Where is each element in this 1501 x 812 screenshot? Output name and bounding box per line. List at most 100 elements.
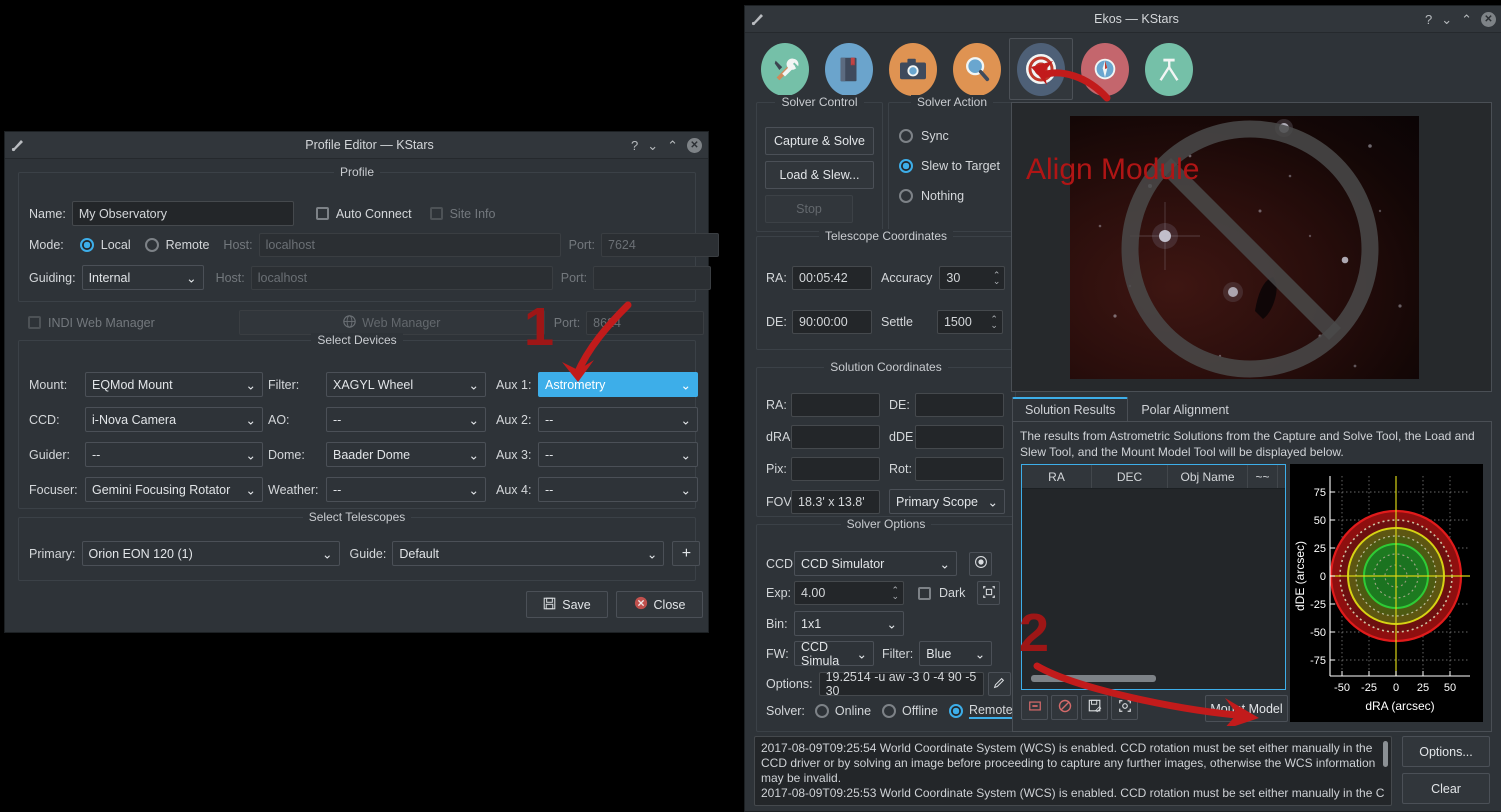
- tab-setup[interactable]: [753, 38, 817, 100]
- tab-mount[interactable]: [1137, 38, 1201, 100]
- log-clear-button[interactable]: Clear: [1402, 773, 1490, 804]
- solver-offline-radio[interactable]: [882, 704, 896, 718]
- tab-capture[interactable]: [881, 38, 945, 100]
- spinner-arrows-icon[interactable]: ⌃⌄: [990, 316, 998, 328]
- telescope-ra-input[interactable]: 00:05:42: [792, 266, 872, 290]
- exp-spinner[interactable]: 4.00 ⌃⌄: [794, 581, 904, 605]
- column-header-dec[interactable]: DEC: [1092, 465, 1168, 488]
- guide-scope-combo[interactable]: Default⌄: [392, 541, 664, 566]
- weather-combo[interactable]: --⌄: [326, 477, 486, 502]
- options-input[interactable]: 19.2514 -u aw -3 0 -4 90 -5 30: [819, 672, 984, 696]
- loop-preview-button[interactable]: [969, 552, 992, 576]
- mode-local-radio[interactable]: [80, 238, 94, 252]
- add-telescope-button[interactable]: +: [672, 541, 700, 566]
- mode-remote-radio[interactable]: [145, 238, 159, 252]
- auto-connect-checkbox[interactable]: [316, 207, 329, 220]
- indi-web-manager-checkbox[interactable]: [28, 316, 41, 329]
- site-info-label: Site Info: [450, 207, 496, 221]
- dark-checkbox[interactable]: [918, 587, 931, 600]
- guider-combo[interactable]: --⌄: [85, 442, 263, 467]
- solver-remote-radio[interactable]: [949, 704, 963, 718]
- help-icon[interactable]: ?: [631, 139, 638, 152]
- column-header-ra[interactable]: RA: [1022, 465, 1092, 488]
- tab-align[interactable]: [1009, 38, 1073, 100]
- spinner-arrows-icon[interactable]: ⌃⌄: [891, 587, 899, 599]
- load-and-slew-button[interactable]: Load & Slew...: [765, 161, 874, 189]
- tab-scheduler[interactable]: [817, 38, 881, 100]
- host-input[interactable]: localhost: [259, 233, 561, 257]
- aux1-combo[interactable]: Astrometry⌄: [538, 372, 698, 397]
- solution-dra-input[interactable]: [791, 425, 880, 449]
- focuser-combo[interactable]: Gemini Focusing Rotator⌄: [85, 477, 263, 502]
- ao-combo[interactable]: --⌄: [326, 407, 486, 432]
- aux3-combo[interactable]: --⌄: [538, 442, 698, 467]
- scope-select-combo[interactable]: Primary Scope⌄: [889, 489, 1005, 514]
- ccd-combo[interactable]: i-Nova Camera⌄: [85, 407, 263, 432]
- frame-select-button[interactable]: [977, 581, 1000, 605]
- accuracy-spinner[interactable]: 30 ⌃⌄: [939, 266, 1005, 290]
- sync-radio[interactable]: [899, 129, 913, 143]
- chevron-up-icon[interactable]: ⌃: [1461, 13, 1472, 26]
- close-button[interactable]: Close: [616, 591, 703, 618]
- column-header-obj-name[interactable]: Obj Name: [1168, 465, 1248, 488]
- solver-filter-combo[interactable]: Blue⌄: [919, 641, 992, 666]
- aux4-combo[interactable]: --⌄: [538, 477, 698, 502]
- solver-action-nothing[interactable]: Nothing: [899, 189, 964, 203]
- table-horizontal-scrollbar[interactable]: [1031, 675, 1156, 682]
- capture-and-solve-button[interactable]: Capture & Solve: [765, 127, 874, 155]
- aux2-combo[interactable]: --⌄: [538, 407, 698, 432]
- dome-combo[interactable]: Baader Dome⌄: [326, 442, 486, 467]
- fov-input[interactable]: 18.3' x 13.8': [791, 490, 880, 514]
- align-image-preview[interactable]: Align Module: [1011, 102, 1492, 392]
- mount-model-button[interactable]: Mount Model: [1205, 695, 1288, 722]
- clear-rows-button[interactable]: [1051, 695, 1078, 720]
- mount-combo[interactable]: EQMod Mount⌄: [85, 372, 263, 397]
- save-button[interactable]: Save: [526, 591, 608, 618]
- slew-to-target-radio[interactable]: [899, 159, 913, 173]
- log-output[interactable]: 2017-08-09T09:25:54 World Coordinate Sys…: [754, 736, 1392, 806]
- chevron-down-icon[interactable]: ⌄: [647, 139, 658, 152]
- bin-combo[interactable]: 1x1⌄: [794, 611, 904, 636]
- solution-dde-input[interactable]: [915, 425, 1004, 449]
- chevron-down-icon[interactable]: ⌄: [1441, 13, 1452, 26]
- solution-de-input[interactable]: [915, 393, 1004, 417]
- help-icon[interactable]: ?: [1425, 13, 1432, 26]
- solver-action-slew[interactable]: Slew to Target: [899, 159, 1000, 173]
- solver-action-sync[interactable]: Sync: [899, 129, 949, 143]
- settle-spinner[interactable]: 1500 ⌃⌄: [937, 310, 1003, 334]
- guiding-combo[interactable]: Internal ⌄: [82, 265, 204, 290]
- solution-results-table[interactable]: RA DEC Obj Name ~~: [1021, 464, 1286, 690]
- select-devices-group: Select Devices Mount: EQMod Mount⌄ CCD: …: [18, 340, 696, 509]
- edit-options-button[interactable]: [988, 672, 1011, 696]
- remove-row-button[interactable]: [1021, 695, 1048, 720]
- telescope-de-input[interactable]: 90:00:00: [792, 310, 872, 334]
- fw-combo[interactable]: CCD Simula⌄: [794, 641, 874, 666]
- primary-scope-combo[interactable]: Orion EON 120 (1)⌄: [82, 541, 340, 566]
- close-icon[interactable]: ✕: [687, 138, 702, 153]
- chevron-up-icon[interactable]: ⌃: [667, 139, 678, 152]
- solution-rot-input[interactable]: [915, 457, 1004, 481]
- column-header-extra[interactable]: ~~: [1248, 465, 1278, 488]
- spinner-arrows-icon[interactable]: ⌃⌄: [993, 272, 1001, 284]
- solution-ra-input[interactable]: [791, 393, 880, 417]
- log-scrollbar[interactable]: [1383, 741, 1388, 767]
- tab-polar-alignment[interactable]: Polar Alignment: [1128, 398, 1242, 421]
- guiding-host-input[interactable]: localhost: [251, 266, 553, 290]
- web-manager-port-input[interactable]: 8624: [586, 311, 704, 335]
- solution-pix-input[interactable]: [791, 457, 880, 481]
- close-icon[interactable]: ✕: [1481, 12, 1496, 27]
- log-options-button[interactable]: Options...: [1402, 736, 1490, 767]
- guiding-port-input[interactable]: [593, 266, 711, 290]
- tab-focus[interactable]: [945, 38, 1009, 100]
- solver-ccd-combo[interactable]: CCD Simulator⌄: [794, 551, 957, 576]
- solver-online-radio[interactable]: [815, 704, 829, 718]
- port-input[interactable]: 7624: [601, 233, 719, 257]
- profile-name-input[interactable]: My Observatory: [72, 201, 294, 226]
- tab-guide[interactable]: [1073, 38, 1137, 100]
- tab-solution-results[interactable]: Solution Results: [1012, 397, 1128, 421]
- filter-combo[interactable]: XAGYL Wheel⌄: [326, 372, 486, 397]
- nothing-radio[interactable]: [899, 189, 913, 203]
- select-region-button[interactable]: [1111, 695, 1138, 720]
- web-manager-button: Web Manager: [239, 310, 545, 335]
- save-results-button[interactable]: [1081, 695, 1108, 720]
